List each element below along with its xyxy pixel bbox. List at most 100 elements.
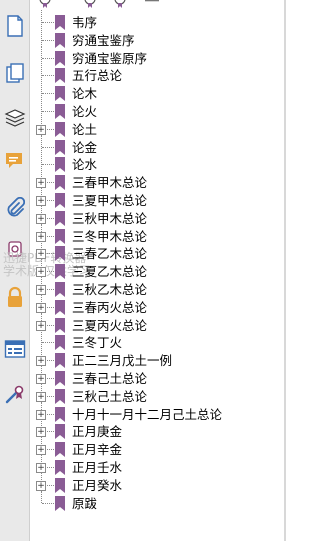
certificate-icon[interactable] [2,381,27,407]
bookmark-label: 三秋甲木总论 [72,210,148,226]
bookmark-item[interactable]: + 三夏乙木总论 [30,259,286,280]
bookmark-item[interactable]: + 三秋甲木总论 [30,205,286,227]
bookmark-item[interactable]: + 正月壬水 [30,455,286,476]
bookmark-tree: 韦序 穷通宝鉴序 穷通宝鉴原序 五行总论 论木 论火 + 论土 论金 论水 + 三春甲木总论 + 三夏甲木… [30,10,286,541]
bookmark-label: 三冬甲木总论 [72,228,148,244]
pages-icon[interactable] [2,60,27,86]
bookmark-item[interactable]: 韦序 [30,10,286,31]
bookmark-label: 五行总论 [72,68,123,84]
bookmark-icon [55,15,65,30]
tree-connector [41,10,42,29]
bookmark-icon [55,86,65,102]
paperclip-icon[interactable] [2,195,27,221]
expand-icon[interactable]: + [36,302,46,313]
expand-icon[interactable]: + [36,391,46,402]
bookmark-item[interactable]: + 正月辛金 [30,437,286,458]
bookmark-item[interactable]: 五行总论 [30,63,286,84]
expand-icon[interactable]: + [36,267,46,278]
bookmark-label: 穷通宝鉴序 [72,32,135,48]
lock-icon[interactable] [2,284,27,310]
bookmark-item[interactable]: + 三春甲木总论 [30,170,286,191]
bookmark-item[interactable]: + 三春丙火总论 [30,294,286,316]
scrollbar[interactable] [284,0,286,541]
tree-connector [42,39,54,41]
bookmark-label: 正月壬水 [72,460,123,475]
bookmark-item[interactable]: + 三夏甲木总论 [30,188,286,209]
expand-icon[interactable]: + [36,124,46,135]
bookmark-label: 三夏丙火总论 [72,317,148,333]
bookmark-item[interactable]: + 十月十一月十二月己土总论 [30,401,286,423]
bookmark-item[interactable]: + 正二三月戊土一例 [30,348,286,369]
bookmark-label: 论火 [72,104,98,119]
bookmark-item[interactable]: 论火 [30,99,286,120]
bookmark-item[interactable]: + 三春己土总论 [30,366,286,387]
bookmark-icon [55,388,65,404]
bookmark-icon [55,335,65,351]
bookmark-item[interactable]: + 三冬甲木总论 [30,223,286,245]
expand-icon[interactable]: + [36,231,46,242]
bookmark-label: 穷通宝鉴原序 [72,50,148,66]
expand-icon[interactable]: + [36,463,46,473]
bookmark-options-icon[interactable] [144,0,160,11]
bookmark-item[interactable]: 原跋 [30,490,286,512]
bookmark-icon [55,371,65,386]
expand-icon[interactable]: + [36,249,46,260]
bookmark-label: 三夏甲木总论 [72,193,148,208]
bookmark-icon [55,246,65,262]
bookmark-icon [55,424,65,440]
expand-icon[interactable]: + [36,409,46,420]
bookmark-label: 三夏乙木总论 [72,264,148,280]
bookmark-label: 三秋乙木总论 [72,282,148,297]
bookmark-item[interactable]: + 正月庚金 [30,419,286,440]
tree-connector [42,57,54,59]
page-icon[interactable] [2,13,27,39]
form-icon[interactable] [2,336,27,362]
bookmark-item[interactable]: + 三春乙木总论 [30,241,286,262]
bookmark-icon [55,157,65,173]
bookmark-item[interactable]: + 三秋乙木总论 [30,277,286,298]
bookmark-icon [55,121,65,137]
bookmark-item[interactable]: 三冬丁火 [30,330,286,351]
bookmark-icon [55,68,65,84]
expand-icon[interactable]: + [36,320,46,331]
bookmark-label: 正月癸水 [72,477,123,493]
expand-bookmark-icon[interactable] [83,0,97,11]
bookmark-item[interactable]: 论木 [30,81,286,102]
bookmark-item[interactable]: 论水 [30,152,286,173]
bookmark-item[interactable]: + 三夏丙火总论 [30,312,286,334]
expand-icon[interactable]: + [36,178,46,189]
bookmark-icon [55,282,65,297]
bookmark-label: 正月辛金 [72,442,123,458]
bookmark-label: 论金 [72,139,98,155]
comment-icon[interactable] [2,148,27,174]
bookmark-item[interactable]: 论金 [30,134,286,156]
bookmark-label: 三冬丁火 [72,335,123,351]
tree-connector [42,342,54,344]
tree-connector [41,134,42,154]
bookmark-label: 十月十一月十二月己土总论 [72,406,223,422]
bookmark-icon [55,50,65,66]
expand-icon[interactable]: + [36,480,46,491]
expand-icon[interactable]: + [36,427,46,438]
expand-icon[interactable]: + [36,196,46,206]
bookmark-item[interactable]: 穷通宝鉴原序 [30,45,286,67]
bookmark-label: 论木 [72,86,98,102]
bookmark-label: 正二三月戊土一例 [72,353,173,369]
expand-icon[interactable]: + [36,374,46,384]
delete-bookmark-icon[interactable] [113,0,127,11]
bookmark-icon [55,317,65,333]
left-navigation-rail: 迅捷PDF转换器 学术版 仅供学习 [0,0,91,541]
bookmark-icon [55,406,65,422]
tree-connector [41,490,42,503]
expand-icon[interactable]: + [36,445,46,456]
expand-icon[interactable]: + [36,356,46,367]
bookmark-icon [55,210,65,226]
bookmark-item[interactable]: + 三秋己土总论 [30,383,286,405]
expand-icon[interactable]: + [36,285,46,295]
bookmark-item[interactable]: 穷通宝鉴序 [30,27,286,49]
bookmark-item[interactable]: + 正月癸水 [30,472,286,494]
bookmark-icon [55,104,65,119]
bookmark-item[interactable]: + 论土 [30,116,286,138]
layers-icon[interactable] [2,104,27,130]
expand-icon[interactable]: + [36,213,46,224]
